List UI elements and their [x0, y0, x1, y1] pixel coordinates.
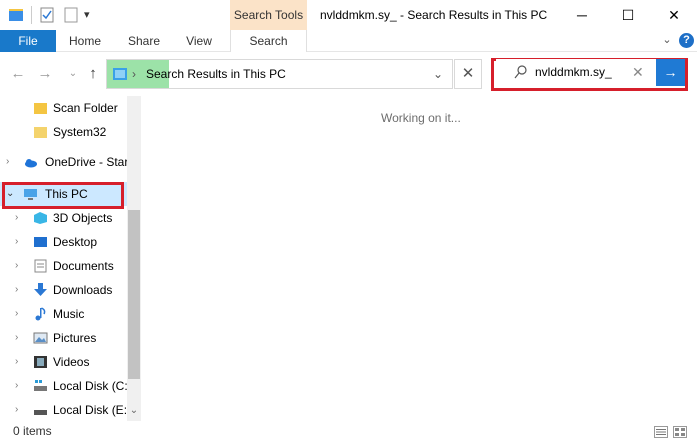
sidebar-item-label: Scan Folder	[53, 101, 118, 115]
folder-icon	[34, 103, 47, 114]
large-icons-view-icon[interactable]	[673, 426, 687, 438]
tab-view[interactable]: View	[176, 30, 222, 52]
tab-search[interactable]: Search	[230, 30, 307, 52]
sidebar-item-local-disk-c[interactable]: › Local Disk (C:	[0, 374, 141, 398]
close-button[interactable]: ✕	[651, 0, 697, 30]
sidebar-item-videos[interactable]: › Videos	[0, 350, 141, 374]
pictures-icon	[33, 332, 48, 344]
navigation-pane: Scan Folder System32 › OneDrive - Star ⌄…	[0, 96, 141, 421]
scroll-down-icon[interactable]: ⌄	[127, 404, 141, 418]
sidebar-item-label: 3D Objects	[53, 211, 113, 225]
expand-chevron-icon[interactable]: ›	[15, 206, 18, 230]
3d-objects-icon	[34, 212, 47, 224]
expand-chevron-icon[interactable]: ›	[6, 150, 9, 174]
folder-icon[interactable]	[8, 6, 24, 24]
sidebar-item-downloads[interactable]: › Downloads	[0, 278, 141, 302]
sidebar-item-label: Local Disk (C:	[53, 379, 128, 393]
search-results-icon	[113, 68, 127, 80]
title-bar: ▾ Search Tools nvlddmkm.sy_ - Search Res…	[0, 0, 697, 30]
expand-ribbon-icon[interactable]: ⌄	[660, 33, 674, 47]
videos-icon	[34, 356, 47, 368]
sidebar-item-documents[interactable]: › Documents	[0, 254, 141, 278]
sidebar-item-label: System32	[53, 125, 107, 139]
stop-search-button[interactable]: ✕	[454, 59, 482, 89]
item-count: 0 items	[13, 424, 52, 438]
expand-chevron-icon[interactable]: ›	[15, 278, 18, 302]
breadcrumb-separator-icon: ›	[132, 67, 136, 81]
documents-icon	[34, 259, 47, 273]
ribbon-tabs: File Home Share View Search ⌄ ?	[0, 30, 697, 52]
sidebar-item-label: Pictures	[53, 331, 97, 345]
tab-share[interactable]: Share	[118, 30, 170, 52]
scrollbar-thumb[interactable]	[128, 210, 140, 379]
sidebar-item-label: Local Disk (E:)	[53, 403, 132, 417]
search-query[interactable]: nvlddmkm.sy_	[535, 59, 612, 86]
status-bar: 0 items	[0, 421, 697, 442]
quick-access-dropdown-icon[interactable]: ▾	[84, 6, 94, 24]
sidebar-item-label: Documents	[53, 259, 114, 273]
sidebar-item-label: Videos	[53, 355, 90, 369]
properties-icon[interactable]	[40, 6, 54, 24]
search-icon	[514, 65, 527, 79]
up-button[interactable]: ↑	[84, 66, 102, 82]
local-disk-icon	[34, 410, 47, 415]
music-icon	[35, 307, 46, 321]
sidebar-item-label: Music	[53, 307, 85, 321]
expand-chevron-icon[interactable]: ›	[15, 230, 18, 254]
sidebar-item-pictures[interactable]: › Pictures	[0, 326, 141, 350]
downloads-icon	[34, 283, 47, 296]
sidebar-item-music[interactable]: › Music	[0, 302, 141, 326]
search-status-message: Working on it...	[381, 111, 461, 125]
back-button[interactable]: ←	[9, 66, 27, 82]
expand-chevron-icon[interactable]: ›	[15, 326, 18, 350]
expand-chevron-icon[interactable]: ›	[15, 374, 18, 398]
window-title: nvlddmkm.sy_ - Search Results in This PC	[320, 8, 548, 22]
details-view-icon[interactable]	[654, 426, 668, 438]
sidebar-item-onedrive[interactable]: › OneDrive - Star	[0, 150, 141, 174]
file-list-pane	[141, 96, 697, 421]
tab-home[interactable]: Home	[60, 30, 110, 52]
desktop-icon	[34, 237, 47, 247]
recent-locations-icon[interactable]: ⌄	[64, 66, 82, 82]
search-go-button[interactable]: →	[656, 59, 685, 86]
sidebar-item-local-disk-e[interactable]: › Local Disk (E:)	[0, 398, 141, 421]
help-icon[interactable]: ?	[679, 33, 694, 48]
separator	[31, 6, 32, 24]
address-bar[interactable]: › Search Results in This PC ⌄	[106, 59, 453, 89]
tab-file[interactable]: File	[0, 30, 56, 52]
breadcrumb[interactable]: Search Results in This PC	[146, 60, 286, 88]
expand-chevron-icon[interactable]: ›	[15, 398, 18, 421]
sidebar-item-3d-objects[interactable]: › 3D Objects	[0, 206, 141, 230]
this-pc-highlight-box	[2, 182, 124, 209]
sidebar-item-scan-folder[interactable]: Scan Folder	[0, 96, 141, 120]
forward-button[interactable]: →	[36, 66, 54, 82]
search-tools-context-tab: Search Tools	[230, 0, 307, 30]
sidebar-item-system32[interactable]: System32	[0, 120, 141, 144]
expand-chevron-icon[interactable]: ›	[15, 302, 18, 326]
expand-chevron-icon[interactable]: ›	[15, 254, 18, 278]
sidebar-item-desktop[interactable]: › Desktop	[0, 230, 141, 254]
sidebar-item-label: Downloads	[53, 283, 113, 297]
onedrive-icon	[25, 159, 37, 168]
minimize-button[interactable]: ─	[559, 0, 605, 30]
maximize-button[interactable]: ☐	[605, 0, 651, 30]
expand-chevron-icon[interactable]: ›	[15, 350, 18, 374]
folder-icon	[34, 127, 47, 138]
local-disk-icon	[34, 380, 47, 391]
address-dropdown-icon[interactable]: ⌄	[429, 60, 447, 88]
new-folder-icon[interactable]	[64, 6, 78, 24]
sidebar-item-label: OneDrive - Star	[45, 155, 129, 169]
sidebar-item-label: Desktop	[53, 235, 98, 249]
clear-search-icon[interactable]: ✕	[632, 59, 644, 86]
